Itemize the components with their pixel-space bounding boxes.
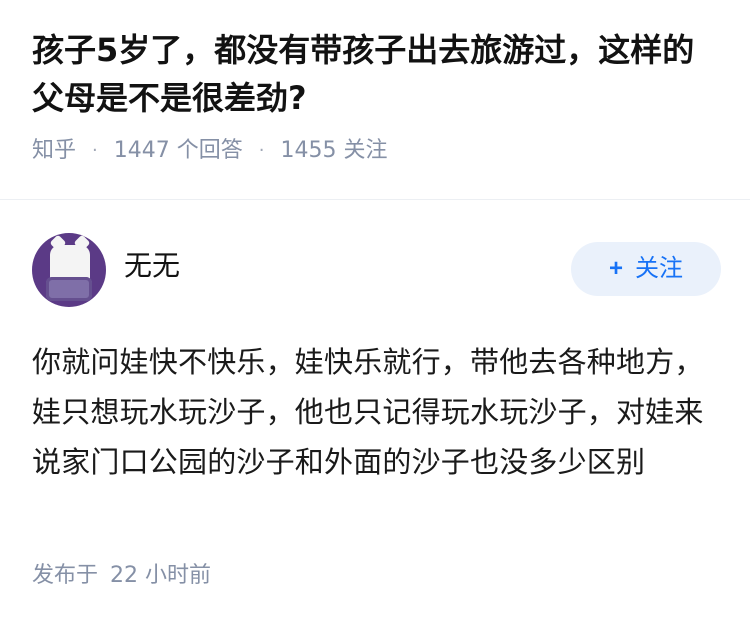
publish-time: 22 小时前 (110, 563, 212, 588)
publish-label: 发布于 (32, 563, 99, 588)
followers-count[interactable]: 1455 关注 (281, 136, 388, 166)
source-label[interactable]: 知乎 (32, 136, 76, 166)
followers-count-label: 关注 (343, 138, 388, 163)
meta-separator: · (92, 140, 98, 161)
question-header: 孩子5岁了，都没有带孩子出去旅游过，这样的父母是不是很差劲? 知乎 · 1447… (32, 26, 722, 166)
publish-info: 发布于 22 小时前 (32, 561, 211, 591)
question-meta: 知乎 · 1447 个回答 · 1455 关注 (32, 136, 722, 166)
avatar-scarf-icon (46, 277, 92, 301)
follow-button[interactable]: + 关注 (571, 242, 721, 296)
meta-separator: · (258, 140, 265, 161)
avatar[interactable] (32, 233, 106, 307)
answers-count[interactable]: 1447 个回答 (114, 136, 243, 166)
section-divider (0, 199, 750, 200)
plus-icon: + (608, 255, 623, 282)
answer-card: 无无 + 关注 你就问娃快不快乐，娃快乐就行，带他去各种地方，娃只想玩水玩沙子，… (32, 233, 721, 487)
author-row: 无无 + 关注 (32, 233, 721, 307)
zhihu-answer-page: 孩子5岁了，都没有带孩子出去旅游过，这样的父母是不是很差劲? 知乎 · 1447… (0, 0, 750, 628)
answers-count-number: 1447 (113, 138, 170, 163)
followers-count-number: 1455 (280, 138, 337, 163)
author-name[interactable]: 无无 (124, 248, 180, 284)
follow-button-label: 关注 (635, 255, 683, 282)
question-title[interactable]: 孩子5岁了，都没有带孩子出去旅游过，这样的父母是不是很差劲? (32, 26, 722, 122)
answers-count-label: 个回答 (176, 138, 243, 163)
answer-content: 你就问娃快不快乐，娃快乐就行，带他去各种地方，娃只想玩水玩沙子，他也只记得玩水玩… (32, 345, 704, 479)
